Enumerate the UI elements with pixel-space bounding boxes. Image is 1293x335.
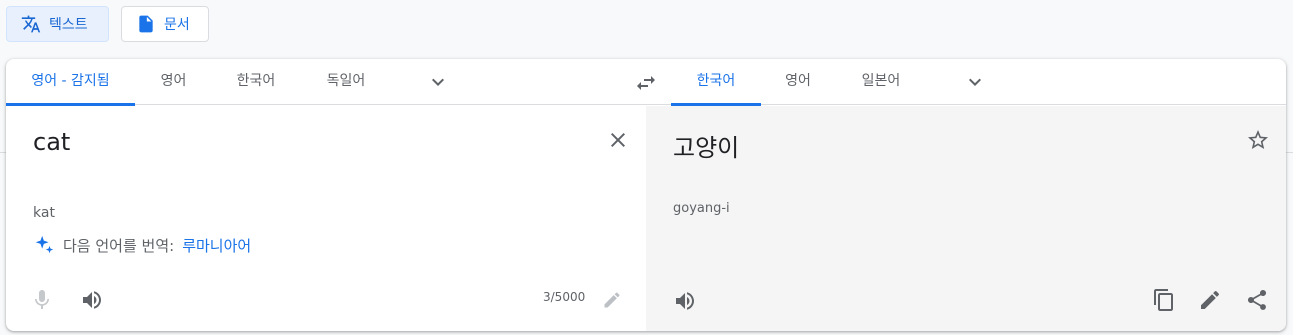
target-pane: 고양이 goyang-i: [646, 106, 1286, 331]
target-more-languages-chevron-down-icon[interactable]: [963, 70, 987, 94]
swap-icon[interactable]: [634, 71, 658, 95]
sparkle-icon: [33, 234, 55, 256]
source-pencil-icon[interactable]: [602, 290, 622, 310]
source-lang-tab-german[interactable]: 독일어: [314, 59, 378, 105]
document-mode-button[interactable]: 문서: [121, 6, 209, 42]
star-icon[interactable]: [1246, 128, 1270, 152]
target-text: 고양이: [673, 134, 740, 162]
translator-card: 영어 - 감지됨 영어 한국어 독일어 한국어 영어 일본어 cat kat 다…: [6, 59, 1286, 331]
target-lang-tab-japanese[interactable]: 일본어: [846, 59, 916, 105]
target-speaker-icon[interactable]: [673, 289, 697, 313]
close-icon[interactable]: [606, 128, 630, 152]
source-text-input[interactable]: cat: [33, 128, 70, 156]
target-lang-tab-korean[interactable]: 한국어: [671, 59, 761, 106]
suggestion-prefix: 다음 언어를 번역:: [63, 236, 175, 255]
translate-suggestion: 다음 언어를 번역: 루마니아어: [33, 234, 251, 256]
target-lang-tab-english[interactable]: 영어: [772, 59, 824, 105]
text-mode-button[interactable]: 텍스트: [6, 6, 109, 42]
text-mode-label: 텍스트: [49, 17, 88, 33]
target-pencil-icon[interactable]: [1198, 288, 1222, 312]
language-bar: 영어 - 감지됨 영어 한국어 독일어 한국어 영어 일본어: [6, 59, 1286, 106]
document-icon: [136, 14, 156, 34]
character-counter: 3/5000: [543, 290, 586, 304]
suggestion-language-link[interactable]: 루마니아어: [182, 235, 251, 256]
source-lang-tab-english[interactable]: 영어: [144, 59, 203, 105]
translate-icon: [21, 14, 41, 34]
target-transliteration: goyang-i: [673, 201, 730, 216]
source-speaker-icon[interactable]: [80, 288, 104, 312]
source-transliteration: kat: [33, 205, 55, 221]
mic-icon[interactable]: [30, 288, 54, 312]
source-lang-tab-detected[interactable]: 영어 - 감지됨: [6, 59, 135, 106]
share-icon[interactable]: [1245, 288, 1269, 312]
document-mode-label: 문서: [164, 17, 190, 33]
source-lang-tab-korean[interactable]: 한국어: [224, 59, 288, 105]
copy-icon[interactable]: [1152, 288, 1176, 312]
source-more-languages-chevron-down-icon[interactable]: [426, 70, 450, 94]
